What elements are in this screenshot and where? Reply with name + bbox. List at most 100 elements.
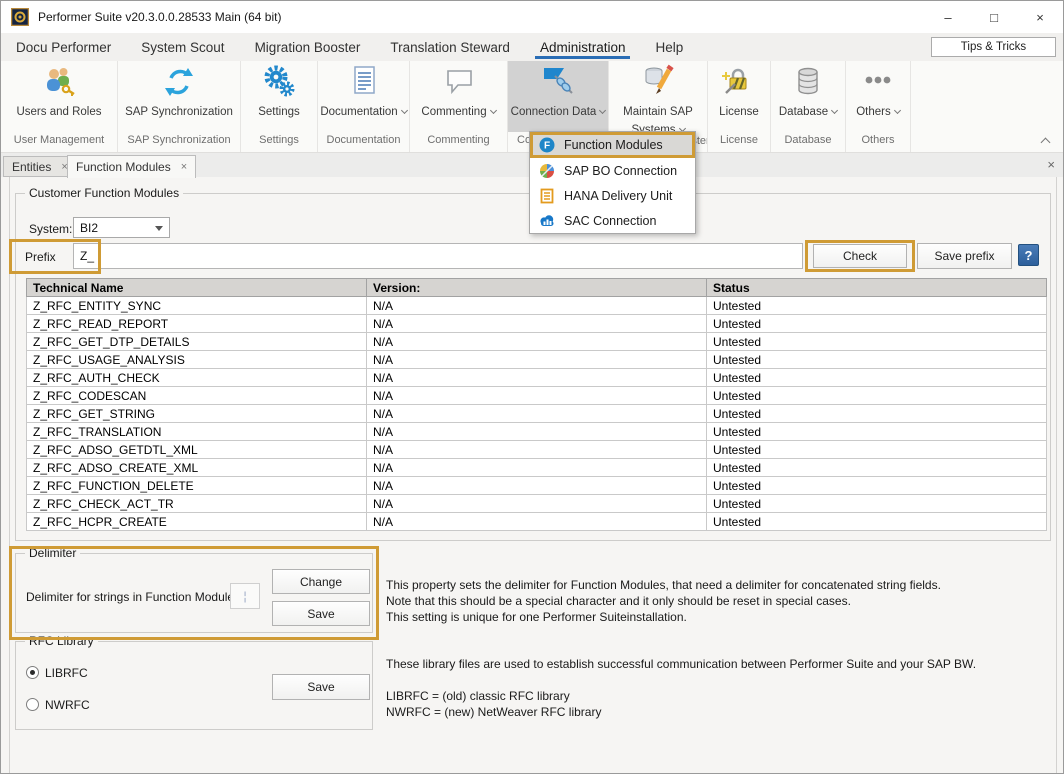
tab-help[interactable]: Help — [640, 33, 698, 61]
groupbox-title: Customer Function Modules — [25, 186, 183, 200]
table-row[interactable]: Z_RFC_GET_STRINGN/AUntested — [27, 405, 1047, 423]
save-rfc-button[interactable]: Save — [272, 674, 370, 700]
panel-close-icon[interactable]: × — [1047, 157, 1055, 172]
system-value: BI2 — [80, 221, 98, 235]
menu-item-sap-bo-connection[interactable]: SAP BO Connection — [530, 158, 695, 183]
delimiter-field-label: Delimiter for strings in Function Module… — [26, 590, 240, 604]
save-prefix-button[interactable]: Save prefix — [917, 243, 1012, 269]
nwrfc-radio[interactable] — [26, 698, 39, 711]
table-row[interactable]: Z_RFC_ADSO_CREATE_XMLN/AUntested — [27, 459, 1047, 477]
ellipsis-icon — [846, 64, 910, 102]
maintain-sap-icon — [609, 64, 707, 102]
ribbon-button-label: Settings — [258, 106, 300, 118]
tab-migration-booster[interactable]: Migration Booster — [240, 33, 376, 61]
menu-item-function-modules[interactable]: F Function Modules — [530, 132, 695, 158]
menu-item-label: Function Modules — [564, 138, 663, 152]
documentation-button[interactable]: Documentation — [318, 61, 409, 132]
tab-translation-steward[interactable]: Translation Steward — [375, 33, 525, 61]
users-and-roles-button[interactable]: Users and Roles — [1, 61, 117, 132]
svg-text:F: F — [544, 141, 550, 152]
ribbon-group-sap-synchronization: SAP Synchronization SAP Synchronization — [118, 61, 241, 152]
save-delimiter-button[interactable]: Save — [272, 601, 370, 626]
ribbon-group-license: License License — [708, 61, 771, 152]
table-row[interactable]: Z_RFC_USAGE_ANALYSISN/AUntested — [27, 351, 1047, 369]
delimiter-groupbox: Delimiter Delimiter for strings in Funct… — [15, 553, 373, 633]
table-row[interactable]: Z_RFC_TRANSLATIONN/AUntested — [27, 423, 1047, 441]
librfc-radio[interactable] — [26, 666, 39, 679]
ribbon-group-others: Others Others — [846, 61, 911, 152]
tab-entities[interactable]: Entities × — [3, 156, 77, 177]
table-row[interactable]: Z_RFC_ENTITY_SYNCN/AUntested — [27, 297, 1047, 315]
ribbon-group-user-management: Users and Roles User Management — [1, 61, 118, 152]
tab-function-modules[interactable]: Function Modules × — [67, 155, 196, 178]
sap-synchronization-button[interactable]: SAP Synchronization — [118, 61, 240, 132]
menu-item-label: SAP BO Connection — [564, 164, 677, 178]
table-row[interactable]: Z_RFC_FUNCTION_DELETEN/AUntested — [27, 477, 1047, 495]
page-border-left — [9, 177, 10, 774]
database-icon — [771, 64, 845, 102]
window-title: Performer Suite v20.3.0.0.28533 Main (64… — [38, 10, 281, 24]
minimize-button[interactable]: – — [925, 1, 971, 33]
librfc-radio-label[interactable]: LIBRFC — [45, 666, 88, 680]
tab-docu-performer[interactable]: Docu Performer — [1, 33, 126, 61]
database-button[interactable]: Database — [771, 61, 845, 132]
ribbon-group-caption: Documentation — [318, 132, 409, 152]
system-combobox[interactable]: BI2 — [73, 217, 170, 238]
table-row[interactable]: Z_RFC_CODESCANN/AUntested — [27, 387, 1047, 405]
prefix-label: Prefix — [25, 250, 56, 264]
sync-icon — [118, 64, 240, 102]
ribbon-button-label: Database — [779, 106, 828, 118]
check-button[interactable]: Check — [813, 244, 907, 268]
column-header-technical-name[interactable]: Technical Name — [27, 279, 367, 297]
tab-administration[interactable]: Administration — [525, 33, 641, 61]
ribbon-group-settings: Settings Settings — [241, 61, 318, 152]
menu-item-sac-connection[interactable]: SAC Connection — [530, 208, 695, 233]
column-header-status[interactable]: Status — [707, 279, 1047, 297]
title-bar: Performer Suite v20.3.0.0.28533 Main (64… — [1, 1, 1063, 33]
table-row[interactable]: Z_RFC_READ_REPORTN/AUntested — [27, 315, 1047, 333]
change-delimiter-button[interactable]: Change — [272, 569, 370, 594]
others-button[interactable]: Others — [846, 61, 910, 132]
menu-item-hana-delivery-unit[interactable]: HANA Delivery Unit — [530, 183, 695, 208]
nwrfc-radio-label[interactable]: NWRFC — [45, 698, 90, 712]
ribbon-group-caption: License — [708, 132, 770, 152]
table-row[interactable]: Z_RFC_HCPR_CREATEN/AUntested — [27, 513, 1047, 531]
ribbon-group-caption: User Management — [1, 132, 117, 152]
connection-data-button[interactable]: Connection Data — [508, 61, 608, 132]
commenting-button[interactable]: Commenting — [410, 61, 507, 132]
close-button[interactable]: × — [1017, 1, 1063, 33]
ribbon-group-commenting: Commenting Commenting — [410, 61, 508, 152]
function-modules-icon: F — [539, 137, 555, 153]
tab-close-icon[interactable]: × — [181, 161, 187, 173]
app-window: Performer Suite v20.3.0.0.28533 Main (64… — [0, 0, 1064, 774]
delimiter-value-field[interactable]: ¦ — [230, 583, 260, 609]
sap-bo-icon — [539, 163, 555, 179]
function-modules-table: Technical Name Version: Status Z_RFC_ENT… — [26, 278, 1047, 531]
settings-button[interactable]: Settings — [241, 61, 317, 132]
maximize-button[interactable]: □ — [971, 1, 1017, 33]
collapse-ribbon-icon[interactable] — [1041, 138, 1051, 148]
delimiter-value: ¦ — [243, 589, 246, 603]
ribbon-group-caption: Settings — [241, 132, 317, 152]
tab-system-scout[interactable]: System Scout — [126, 33, 239, 61]
tips-and-tricks-button[interactable]: Tips & Tricks — [931, 37, 1056, 57]
menu-item-label: SAC Connection — [564, 214, 656, 228]
tab-label: Docu Performer — [16, 40, 111, 55]
app-logo-icon — [11, 8, 29, 26]
table-row[interactable]: Z_RFC_GET_DTP_DETAILSN/AUntested — [27, 333, 1047, 351]
table-row[interactable]: Z_RFC_ADSO_GETDTL_XMLN/AUntested — [27, 441, 1047, 459]
ribbon-group-caption: Database — [771, 132, 845, 152]
column-header-version[interactable]: Version: — [367, 279, 707, 297]
license-button[interactable]: License — [708, 61, 770, 132]
table-row[interactable]: Z_RFC_AUTH_CHECKN/AUntested — [27, 369, 1047, 387]
table-row[interactable]: Z_RFC_CHECK_ACT_TRN/AUntested — [27, 495, 1047, 513]
maintain-sap-systems-button[interactable]: Maintain SAP Systems — [609, 61, 707, 133]
tab-label: Help — [655, 40, 683, 55]
prefix-input[interactable]: Z_ — [73, 243, 803, 269]
tab-label: Administration — [540, 40, 626, 55]
help-icon[interactable]: ? — [1018, 244, 1039, 266]
ribbon-button-label: License — [719, 106, 759, 118]
document-icon — [318, 64, 409, 102]
connection-icon — [508, 64, 608, 102]
ribbon-group-database: Database Database — [771, 61, 846, 152]
